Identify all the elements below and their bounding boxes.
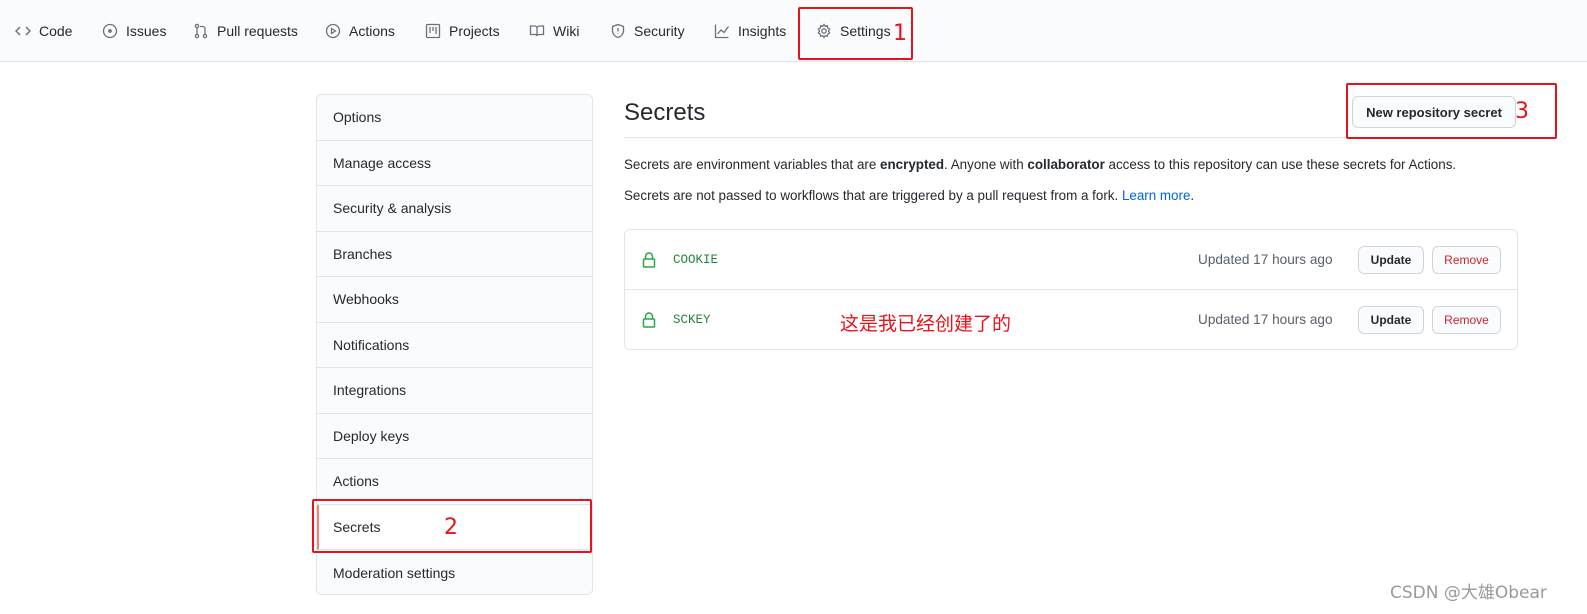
- annotation-number-2: 2: [444, 515, 458, 540]
- tab-label: Actions: [349, 23, 395, 39]
- play-icon: [324, 22, 342, 40]
- sidebar-item-label: Notifications: [333, 336, 410, 353]
- text: . Anyone with: [944, 157, 1028, 172]
- tab-label: Projects: [449, 23, 500, 39]
- tab-code[interactable]: Code: [14, 14, 72, 48]
- shield-icon: [609, 22, 627, 40]
- sidebar-item-notifications[interactable]: Notifications: [317, 322, 592, 368]
- sidebar-item-label: Moderation settings: [333, 564, 456, 581]
- secret-row: COOKIE Updated 17 hours ago Update Remov…: [625, 230, 1517, 290]
- sidebar-item-label: Branches: [333, 245, 393, 262]
- graph-icon: [713, 22, 731, 40]
- tab-security[interactable]: Security: [609, 14, 685, 48]
- issue-opened-icon: [101, 22, 119, 40]
- update-secret-button[interactable]: Update: [1358, 306, 1424, 334]
- title-divider: [624, 137, 1517, 138]
- text: access to this repository can use these …: [1104, 157, 1457, 172]
- tab-label: Insights: [738, 23, 787, 39]
- annotation-number-3: 3: [1515, 99, 1529, 124]
- fork-note: Secrets are not passed to workflows that…: [624, 188, 1194, 203]
- sidebar-item-branches[interactable]: Branches: [317, 231, 592, 277]
- tab-insights[interactable]: Insights: [713, 14, 786, 48]
- learn-more-link[interactable]: Learn more: [1122, 188, 1190, 203]
- sidebar-item-label: Security & analysis: [333, 200, 452, 217]
- tab-settings[interactable]: Settings: [815, 14, 891, 48]
- tab-pull-requests[interactable]: Pull requests: [192, 14, 298, 48]
- sidebar-item-label: Integrations: [333, 382, 407, 399]
- secrets-description: Secrets are environment variables that a…: [624, 157, 1456, 172]
- book-icon: [528, 22, 546, 40]
- repo-nav: Code Issues Pull requests Actions Projec…: [0, 0, 1587, 62]
- secrets-list: COOKIE Updated 17 hours ago Update Remov…: [624, 229, 1518, 350]
- tab-label: Code: [39, 23, 73, 39]
- code-icon: [14, 22, 32, 40]
- tab-label: Pull requests: [217, 23, 298, 39]
- sidebar-item-label: Deploy keys: [333, 427, 410, 444]
- sidebar-item-label: Manage access: [333, 154, 432, 171]
- sidebar-item-label: Secrets: [333, 518, 381, 535]
- text-bold: collaborator: [1027, 157, 1105, 172]
- tab-actions[interactable]: Actions: [324, 14, 395, 48]
- secret-name: COOKIE: [673, 253, 719, 267]
- update-secret-button[interactable]: Update: [1358, 246, 1424, 274]
- sidebar-item-label: Webhooks: [333, 291, 399, 308]
- gear-icon: [815, 22, 833, 40]
- secret-updated-time: Updated 17 hours ago: [1198, 252, 1333, 267]
- text-bold: encrypted: [880, 157, 945, 172]
- secret-row: SCKEY Updated 17 hours ago Update Remove: [625, 290, 1517, 350]
- tab-label: Settings: [840, 23, 891, 39]
- watermark: CSDN @大雄Obear: [1390, 583, 1547, 603]
- text: Secrets are environment variables that a…: [624, 157, 881, 172]
- project-icon: [424, 22, 442, 40]
- tab-wiki[interactable]: Wiki: [528, 14, 579, 48]
- sidebar-item-options[interactable]: Options: [317, 95, 592, 141]
- new-repository-secret-button[interactable]: New repository secret: [1352, 96, 1516, 128]
- tab-issues[interactable]: Issues: [101, 14, 166, 48]
- tab-label: Issues: [126, 23, 167, 39]
- sidebar-item-security-analysis[interactable]: Security & analysis: [317, 186, 592, 232]
- tab-label: Wiki: [553, 23, 580, 39]
- text: Secrets are not passed to workflows that…: [624, 188, 1122, 203]
- tab-projects[interactable]: Projects: [424, 14, 500, 48]
- secret-updated-time: Updated 17 hours ago: [1198, 312, 1333, 327]
- sidebar-item-label: Options: [333, 109, 382, 126]
- secret-name: SCKEY: [673, 313, 711, 327]
- annotation-note: 这是我已经创建了的: [840, 313, 1012, 335]
- git-pull-request-icon: [192, 22, 210, 40]
- text: .: [1190, 188, 1195, 203]
- tab-label: Security: [634, 23, 685, 39]
- sidebar-item-manage-access[interactable]: Manage access: [317, 140, 592, 186]
- annotation-number-1: 1: [893, 21, 907, 46]
- page-title: Secrets: [624, 99, 706, 126]
- sidebar-item-webhooks[interactable]: Webhooks: [317, 277, 592, 323]
- remove-secret-button[interactable]: Remove: [1432, 246, 1501, 274]
- remove-secret-button[interactable]: Remove: [1432, 306, 1501, 334]
- sidebar-item-moderation-settings[interactable]: Moderation settings: [317, 550, 592, 594]
- sidebar-item-integrations[interactable]: Integrations: [317, 368, 592, 414]
- sidebar-item-label: Actions: [333, 473, 379, 490]
- lock-icon: [641, 311, 657, 329]
- lock-icon: [641, 251, 657, 269]
- sidebar-item-actions[interactable]: Actions: [317, 459, 592, 505]
- sidebar-item-deploy-keys[interactable]: Deploy keys: [317, 413, 592, 459]
